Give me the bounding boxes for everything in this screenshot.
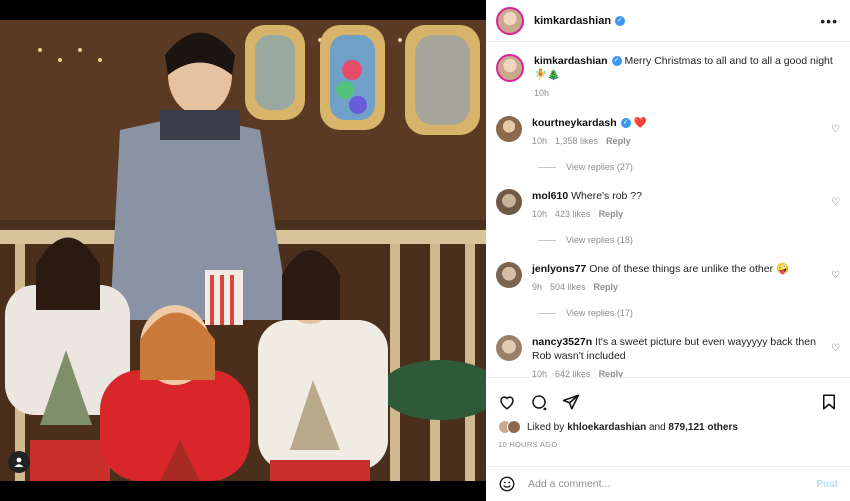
caption: kimkardashian ✓ Merry Christmas to all an… xyxy=(486,54,850,98)
comment-username[interactable]: nancy3527n xyxy=(532,336,592,348)
liked-by-line: Liked by khloekardashian and 879,121 oth… xyxy=(486,416,850,438)
caption-avatar[interactable] xyxy=(496,54,524,82)
post-timestamp[interactable]: 10 HOURS AGO xyxy=(486,440,850,449)
author-avatar[interactable] xyxy=(496,6,524,35)
reply-button[interactable]: Reply xyxy=(599,209,624,219)
comment-likes[interactable]: 642 likes xyxy=(555,369,591,377)
author-username[interactable]: kimkardashian xyxy=(534,15,611,27)
view-replies-label: View replies (27) xyxy=(566,162,633,172)
view-replies-label: View replies (18) xyxy=(566,235,633,245)
comment-text: One of these things are unlike the other… xyxy=(589,263,790,275)
emoji-picker-icon[interactable] xyxy=(498,475,516,493)
comment-username[interactable]: kourtneykardash xyxy=(532,117,617,129)
reply-button[interactable]: Reply xyxy=(606,136,631,146)
comment-avatar[interactable] xyxy=(496,189,522,215)
comment-item: mol610 Where's rob ?? 10h 423 likes Reply … xyxy=(486,189,850,219)
share-paper-plane-icon[interactable] xyxy=(562,393,580,411)
comment-time: 10h xyxy=(532,209,548,219)
caption-time: 10h xyxy=(534,88,550,98)
post-viewer: kimkardashian ✓ ••• kimkardashian ✓ Merry… xyxy=(0,0,850,501)
view-replies-label: View replies (17) xyxy=(566,308,633,318)
reply-button[interactable]: Reply xyxy=(599,369,624,377)
bookmark-icon[interactable] xyxy=(820,393,838,411)
view-replies-button[interactable]: View replies (17) xyxy=(538,308,633,318)
comment-item: kourtneykardash ✓ ❤️ 10h 1,358 likes Reply … xyxy=(486,116,850,146)
comment-time: 9h xyxy=(532,282,543,292)
comment-likes[interactable]: 504 likes xyxy=(550,282,586,292)
likes-count[interactable]: 879,121 others xyxy=(668,422,738,433)
comment-time: 10h xyxy=(532,369,548,377)
comment-time: 10h xyxy=(532,136,548,146)
liked-by-mid: and xyxy=(646,421,669,433)
caption-username[interactable]: kimkardashian xyxy=(534,55,608,67)
comment-avatar[interactable] xyxy=(496,262,522,288)
comment-avatar[interactable] xyxy=(496,116,522,142)
view-replies-button[interactable]: View replies (18) xyxy=(538,235,633,245)
comment-emoji: ❤️ xyxy=(633,117,647,129)
post-comment-button[interactable]: Post xyxy=(816,479,838,490)
like-comment-icon[interactable]: ♡ xyxy=(831,124,840,135)
liked-by-user[interactable]: khloekardashian xyxy=(567,422,646,433)
like-comment-icon[interactable]: ♡ xyxy=(831,270,840,281)
add-comment-bar: Add a comment... Post xyxy=(486,466,850,501)
view-replies-button[interactable]: View replies (27) xyxy=(538,162,633,172)
like-comment-icon[interactable]: ♡ xyxy=(831,343,840,354)
liker-avatar xyxy=(507,420,521,434)
comment-text: Where's rob ?? xyxy=(571,190,642,202)
comment-input[interactable]: Add a comment... xyxy=(528,478,816,490)
post-actions: Liked by khloekardashian and 879,121 oth… xyxy=(486,377,850,449)
photo-illustration xyxy=(0,20,486,481)
post-header: kimkardashian ✓ ••• xyxy=(486,0,850,42)
comments-list[interactable]: kimkardashian ✓ Merry Christmas to all an… xyxy=(486,42,850,377)
comment-item: nancy3527n It's a sweet picture but even… xyxy=(486,335,850,377)
more-options-icon[interactable]: ••• xyxy=(820,13,838,29)
comment-item: jenlyons77 One of these things are unlik… xyxy=(486,262,850,292)
verified-badge-icon: ✓ xyxy=(611,56,622,67)
tagged-user-icon[interactable] xyxy=(8,451,30,473)
comment-likes[interactable]: 1,358 likes xyxy=(555,136,598,146)
comment-avatar[interactable] xyxy=(496,335,522,361)
post-side-panel: kimkardashian ✓ ••• kimkardashian ✓ Merry… xyxy=(486,0,850,501)
verified-badge-icon: ✓ xyxy=(620,118,631,129)
like-heart-icon[interactable] xyxy=(498,393,516,411)
comment-username[interactable]: jenlyons77 xyxy=(532,263,586,275)
comment-username[interactable]: mol610 xyxy=(532,190,568,202)
verified-badge-icon: ✓ xyxy=(615,15,626,26)
caption-text: Merry Christmas to all and to all a good… xyxy=(624,55,833,67)
caption-emoji: 🧚🎄 xyxy=(534,69,561,81)
comment-bubble-icon[interactable] xyxy=(530,393,548,411)
comment-likes[interactable]: 423 likes xyxy=(555,209,591,219)
reply-button[interactable]: Reply xyxy=(594,282,619,292)
like-comment-icon[interactable]: ♡ xyxy=(831,197,840,208)
post-photo xyxy=(0,20,486,481)
liked-by-prefix: Liked by xyxy=(527,421,565,433)
